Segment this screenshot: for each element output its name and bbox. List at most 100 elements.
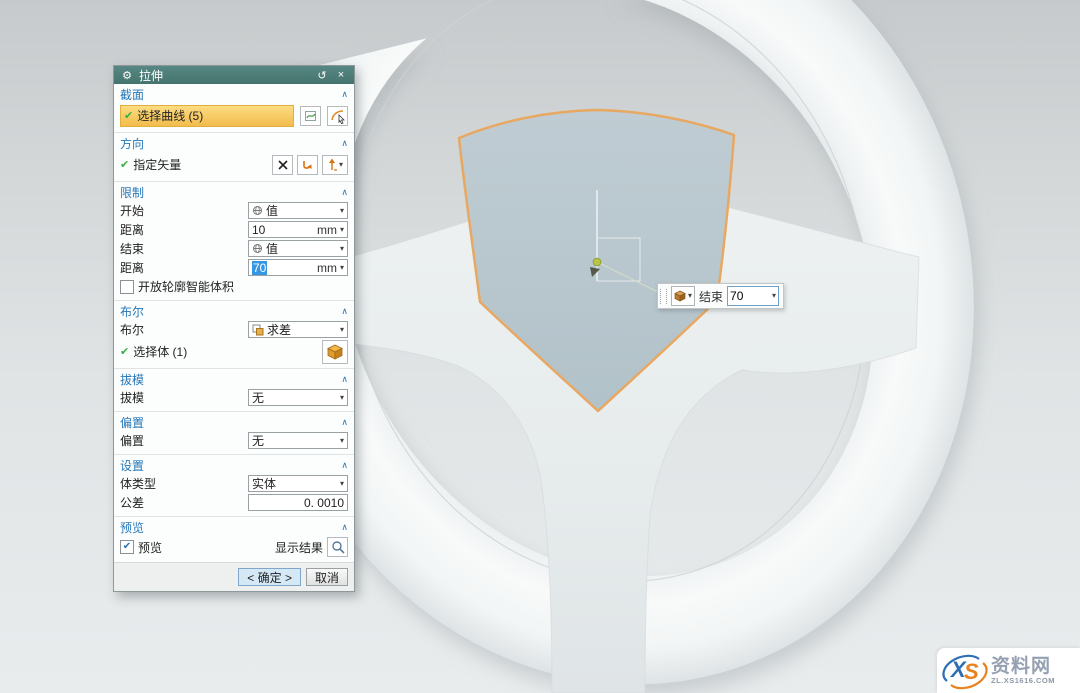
dropdown-caret-icon[interactable]: ▾: [340, 326, 344, 334]
vector-type-icon: [327, 158, 339, 172]
gear-icon: ⚙: [120, 69, 134, 82]
settings-header[interactable]: 设置 ∧: [120, 457, 348, 474]
vector-dialog-icon: [277, 159, 289, 171]
dialog-titlebar[interactable]: ⚙ 拉伸 ↺ ×: [114, 66, 354, 84]
chevron-up-icon[interactable]: ∧: [341, 417, 348, 428]
floating-end-value-input[interactable]: [730, 289, 756, 303]
tolerance-field[interactable]: 0. 0010: [248, 494, 348, 511]
section-group-direction: 方向 ∧ ✔ 指定矢量: [114, 133, 354, 182]
curve-rule-button[interactable]: [300, 106, 321, 126]
cad-viewport: ▾ 结束 ▾ ⚙ 拉伸 ↺ × 截面 ∧ ✔ 选择曲线 (5): [0, 0, 1080, 693]
watermark: X S 资料网 ZL.XS1616.COM: [937, 648, 1080, 693]
sketch-section-button[interactable]: [327, 106, 348, 126]
reset-icon[interactable]: ↺: [315, 69, 329, 82]
boolean-header[interactable]: 布尔 ∧: [120, 303, 348, 320]
chevron-up-icon[interactable]: ∧: [341, 89, 348, 100]
body-type-value: 实体: [252, 475, 337, 492]
dropdown-caret-icon[interactable]: ▾: [339, 161, 343, 169]
cancel-button[interactable]: 取消: [306, 568, 348, 586]
draft-header[interactable]: 拔模 ∧: [120, 371, 348, 388]
draft-value: 无: [252, 389, 337, 406]
offset-value: 无: [252, 432, 337, 449]
reverse-direction-icon: [301, 158, 314, 171]
end-distance-label: 距离: [120, 259, 244, 276]
start-row: 开始 值 ▾: [120, 201, 348, 220]
chevron-up-icon[interactable]: ∧: [341, 522, 348, 533]
preview-row: ✔ 预览 显示结果: [120, 536, 348, 558]
unit-label: mm: [317, 223, 337, 237]
chevron-up-icon[interactable]: ∧: [341, 138, 348, 149]
select-body-row: ✔ 选择体 (1): [120, 339, 348, 364]
dropdown-caret-icon[interactable]: ▾: [340, 245, 344, 253]
dropdown-caret-icon[interactable]: ▾: [340, 394, 344, 402]
sketch-section-icon: [330, 108, 346, 124]
tolerance-value[interactable]: 0. 0010: [304, 496, 344, 510]
specify-vector-row: ✔ 指定矢量: [120, 152, 348, 177]
dropdown-caret-icon[interactable]: ▾: [340, 480, 344, 488]
section-header[interactable]: 截面 ∧: [120, 86, 348, 103]
chevron-up-icon[interactable]: ∧: [341, 306, 348, 317]
dialog-title: 拉伸: [139, 67, 310, 84]
section-group-draft: 拔模 ∧ 拔模 无 ▾: [114, 369, 354, 412]
watermark-logo: X S: [941, 651, 989, 691]
vector-dialog-button[interactable]: [272, 155, 293, 175]
chevron-up-icon[interactable]: ∧: [341, 374, 348, 385]
dialog-footer: < 确定 > 取消: [114, 562, 354, 591]
dropdown-caret-icon[interactable]: ▾: [340, 437, 344, 445]
open-profile-row: 开放轮廓智能体积: [120, 277, 348, 296]
dropdown-caret-icon[interactable]: ▾: [688, 292, 692, 300]
check-icon: ✔: [124, 109, 133, 122]
body-type-label: 体类型: [120, 475, 244, 492]
start-type-dropdown[interactable]: 值 ▾: [248, 202, 348, 219]
direction-header[interactable]: 方向 ∧: [120, 135, 348, 152]
origin-point-handle[interactable]: [593, 258, 601, 266]
select-curve-label: 选择曲线 (5): [137, 107, 203, 124]
start-type-value: 值: [266, 202, 337, 219]
vector-type-dropdown[interactable]: ▾: [322, 155, 348, 175]
boolean-dropdown[interactable]: 求差 ▾: [248, 321, 348, 338]
preview-header[interactable]: 预览 ∧: [120, 519, 348, 536]
open-profile-label: 开放轮廓智能体积: [138, 278, 234, 295]
offset-header[interactable]: 偏置 ∧: [120, 414, 348, 431]
end-distance-value[interactable]: 70: [252, 261, 267, 275]
select-body-label: 选择体 (1): [133, 343, 316, 360]
select-curve-field[interactable]: ✔ 选择曲线 (5): [120, 105, 294, 127]
dropdown-caret-icon[interactable]: ▾: [340, 226, 344, 234]
show-result-label: 显示结果: [275, 539, 323, 556]
offset-dropdown[interactable]: 无 ▾: [248, 432, 348, 449]
start-distance-field[interactable]: 10 mm ▾: [248, 221, 348, 238]
body-type-dropdown[interactable]: 实体 ▾: [248, 475, 348, 492]
curve-rule-icon: [304, 109, 318, 123]
end-type-dropdown[interactable]: 值 ▾: [248, 240, 348, 257]
start-distance-label: 距离: [120, 221, 244, 238]
floating-end-label: 结束: [699, 288, 723, 305]
show-result-button[interactable]: [327, 537, 348, 557]
section-group-boolean: 布尔 ∧ 布尔 求差 ▾ ✔ 选择体 (1): [114, 301, 354, 369]
onscreen-input-toolbar: ▾ 结束 ▾: [657, 283, 784, 309]
start-distance-value[interactable]: 10: [252, 223, 314, 237]
chevron-up-icon[interactable]: ∧: [341, 187, 348, 198]
chevron-up-icon[interactable]: ∧: [341, 460, 348, 471]
toolbar-drag-handle[interactable]: [660, 289, 667, 304]
open-profile-checkbox[interactable]: [120, 280, 134, 294]
check-icon: ✔: [120, 345, 129, 358]
select-curve-row: ✔ 选择曲线 (5): [120, 103, 348, 128]
start-distance-row: 距离 10 mm ▾: [120, 220, 348, 239]
limits-header[interactable]: 限制 ∧: [120, 184, 348, 201]
dropdown-caret-icon[interactable]: ▾: [772, 292, 776, 300]
dropdown-caret-icon[interactable]: ▾: [340, 207, 344, 215]
preview-checkbox[interactable]: ✔: [120, 540, 134, 554]
limit-type-dropdown[interactable]: ▾: [671, 286, 695, 306]
floating-end-field[interactable]: ▾: [727, 286, 779, 306]
draft-dropdown[interactable]: 无 ▾: [248, 389, 348, 406]
boolean-value: 求差: [267, 321, 337, 338]
extrude-limit-icon: [674, 290, 686, 302]
select-body-button[interactable]: [322, 340, 348, 364]
reverse-direction-button[interactable]: [297, 155, 318, 175]
end-distance-field[interactable]: 70 mm ▾: [248, 259, 348, 276]
section-group-limits: 限制 ∧ 开始 值 ▾ 距离 10 mm: [114, 182, 354, 301]
watermark-logo-s: S: [964, 659, 979, 685]
close-icon[interactable]: ×: [334, 69, 348, 81]
ok-button[interactable]: < 确定 >: [238, 568, 301, 586]
dropdown-caret-icon[interactable]: ▾: [340, 264, 344, 272]
